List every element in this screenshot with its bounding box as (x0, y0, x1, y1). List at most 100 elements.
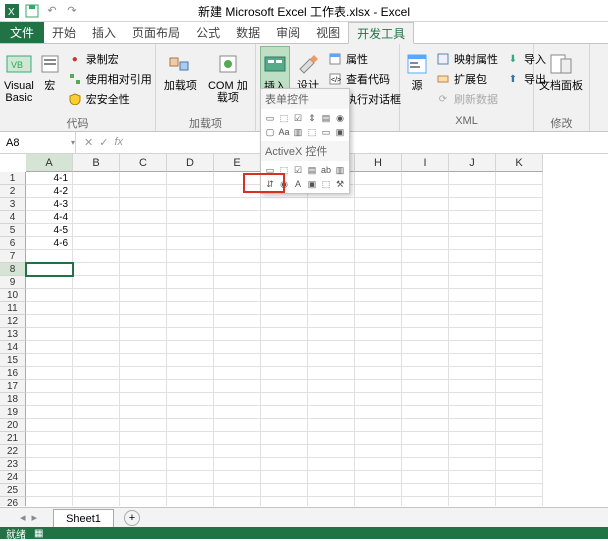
cell[interactable] (261, 315, 308, 328)
cell[interactable] (355, 211, 402, 224)
cell[interactable] (73, 419, 120, 432)
cell[interactable] (120, 250, 167, 263)
column-header[interactable]: H (355, 154, 402, 172)
row-header[interactable]: 14 (0, 341, 26, 354)
cell[interactable] (120, 328, 167, 341)
cell[interactable] (167, 250, 214, 263)
cell[interactable] (167, 315, 214, 328)
column-header[interactable]: D (167, 154, 214, 172)
cell[interactable] (355, 445, 402, 458)
cell[interactable] (73, 172, 120, 185)
cell[interactable] (167, 380, 214, 393)
cell[interactable] (73, 341, 120, 354)
row-header[interactable]: 24 (0, 471, 26, 484)
cell[interactable] (26, 250, 73, 263)
cell[interactable] (449, 471, 496, 484)
cell[interactable] (167, 237, 214, 250)
cell[interactable] (214, 484, 261, 497)
cell[interactable] (355, 237, 402, 250)
cell[interactable] (261, 419, 308, 432)
cell[interactable] (449, 445, 496, 458)
form-group-icon[interactable]: ▢ (263, 125, 277, 139)
cell[interactable] (167, 224, 214, 237)
cell[interactable] (449, 497, 496, 506)
cell[interactable] (120, 445, 167, 458)
cell[interactable] (167, 393, 214, 406)
tab-insert[interactable]: 插入 (84, 21, 124, 43)
cell[interactable] (261, 224, 308, 237)
row-header[interactable]: 1 (0, 172, 26, 185)
cell[interactable] (73, 315, 120, 328)
cell[interactable] (167, 432, 214, 445)
cell[interactable] (402, 341, 449, 354)
save-icon[interactable] (24, 3, 40, 19)
cell[interactable] (26, 471, 73, 484)
cell[interactable] (449, 198, 496, 211)
cell[interactable] (308, 211, 355, 224)
cell[interactable] (496, 263, 543, 276)
record-macro-button[interactable]: ●录制宏 (66, 50, 154, 68)
cell[interactable] (449, 458, 496, 471)
cell[interactable] (214, 172, 261, 185)
cell[interactable] (308, 458, 355, 471)
cell[interactable] (308, 341, 355, 354)
row-header[interactable]: 7 (0, 250, 26, 263)
cell[interactable]: 4-3 (26, 198, 73, 211)
cell[interactable] (26, 263, 73, 276)
cell[interactable] (26, 380, 73, 393)
cell[interactable] (449, 406, 496, 419)
cell[interactable] (73, 328, 120, 341)
cell[interactable] (449, 367, 496, 380)
row-header[interactable]: 15 (0, 354, 26, 367)
cell[interactable] (167, 198, 214, 211)
sheet-tab[interactable]: Sheet1 (53, 509, 114, 527)
cell[interactable] (214, 432, 261, 445)
cell[interactable] (26, 406, 73, 419)
cell[interactable] (73, 471, 120, 484)
column-header[interactable]: K (496, 154, 543, 172)
cell[interactable] (167, 289, 214, 302)
cell[interactable] (402, 302, 449, 315)
cell[interactable] (449, 341, 496, 354)
cell[interactable]: 4-6 (26, 237, 73, 250)
cell[interactable] (449, 237, 496, 250)
cell[interactable] (308, 445, 355, 458)
cell[interactable] (120, 276, 167, 289)
add-sheet-button[interactable]: + (124, 510, 140, 526)
cell[interactable] (261, 484, 308, 497)
refresh-data-button[interactable]: ⟳刷新数据 (434, 90, 500, 108)
cell[interactable] (308, 406, 355, 419)
cell[interactable] (449, 419, 496, 432)
row-header[interactable]: 3 (0, 198, 26, 211)
sheet-prev-icon[interactable]: ◂ (20, 511, 26, 524)
cell[interactable] (120, 471, 167, 484)
cell[interactable] (167, 185, 214, 198)
cell[interactable] (167, 211, 214, 224)
map-properties-button[interactable]: 映射属性 (434, 50, 500, 68)
cell[interactable] (308, 497, 355, 506)
cell[interactable] (261, 211, 308, 224)
cell[interactable] (261, 276, 308, 289)
cell[interactable] (308, 484, 355, 497)
cell[interactable] (73, 497, 120, 506)
cell[interactable] (214, 380, 261, 393)
cell[interactable] (308, 276, 355, 289)
cell[interactable] (26, 458, 73, 471)
cell[interactable] (449, 185, 496, 198)
cell[interactable] (308, 393, 355, 406)
cell[interactable] (355, 224, 402, 237)
column-header[interactable]: C (120, 154, 167, 172)
cell[interactable] (496, 185, 543, 198)
sheet-next-icon[interactable]: ▸ (32, 511, 38, 524)
cell[interactable] (167, 406, 214, 419)
cell[interactable] (496, 341, 543, 354)
cell[interactable] (402, 380, 449, 393)
cell[interactable] (402, 172, 449, 185)
cell[interactable] (120, 419, 167, 432)
cell[interactable] (355, 289, 402, 302)
column-header[interactable]: I (402, 154, 449, 172)
cell[interactable] (261, 432, 308, 445)
cancel-icon[interactable]: ✕ (84, 136, 93, 149)
cell[interactable] (496, 354, 543, 367)
cell[interactable] (308, 237, 355, 250)
